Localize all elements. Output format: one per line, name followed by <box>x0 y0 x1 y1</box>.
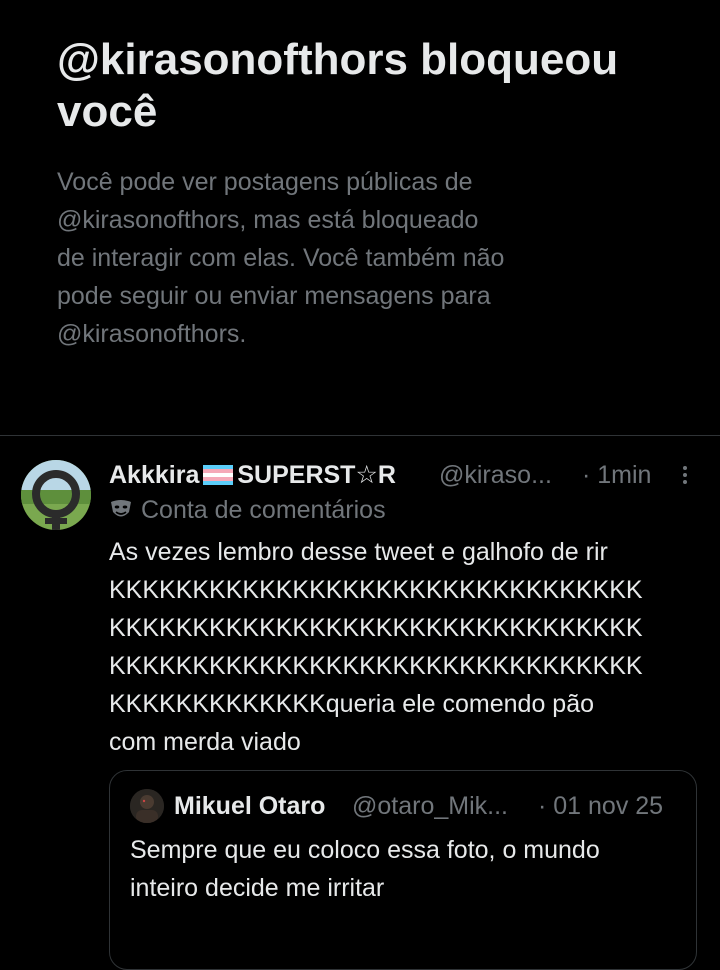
tweet-text-line: com merda viado <box>109 728 301 756</box>
display-name-text: Akkkira <box>109 461 200 489</box>
block-description-line: Você pode ver postagens públicas de <box>57 168 473 196</box>
block-description-line: @kirasonofthors. <box>57 320 247 348</box>
tweet-text-line: KKKKKKKKKKKKKKKKKKKKKKKKKKKKKKKK <box>109 652 643 680</box>
block-notice: @kirasonofthors bloqueou você Você pode … <box>0 0 720 435</box>
tweet[interactable]: Akkkira SUPERST☆R @kiraso... · 1min Conta… <box>0 436 720 970</box>
display-name[interactable]: Akkkira SUPERST☆R <box>109 456 396 494</box>
tweet-text-line: KKKKKKKKKKKKKKKKKKKKKKKKKKKKKKKK <box>109 576 643 604</box>
block-title: @kirasonofthors bloqueou você <box>57 35 619 136</box>
theater-mask-icon <box>111 500 131 517</box>
avatar[interactable] <box>21 460 91 530</box>
quoted-avatar[interactable] <box>130 789 164 823</box>
display-name-suffix: SUPERST☆R <box>237 461 396 489</box>
block-description-line: de interagir com elas. Você também não <box>57 244 505 272</box>
quoted-text-line: Sempre que eu coloco essa foto, o mundo <box>130 836 600 864</box>
tweet-text: As vezes lembro desse tweet e galhofo de… <box>109 533 709 761</box>
quoted-text-line: inteiro decide me irritar <box>130 874 385 902</box>
block-description-line: pode seguir ou enviar mensagens para <box>57 282 491 310</box>
quoted-header: Mikuel Otaro @otaro_Mik... · 01 nov 25 <box>174 787 684 825</box>
quoted-timestamp[interactable]: · 01 nov 25 <box>538 787 663 825</box>
handle[interactable]: @kiraso... <box>439 456 552 494</box>
sub-label-text: Conta de comentários <box>141 496 386 524</box>
timestamp[interactable]: · 1min <box>582 456 651 494</box>
tweet-text-line: KKKKKKKKKKKKKKKKKKKKKKKKKKKKKKKK <box>109 614 643 642</box>
quoted-text: Sempre que eu coloco essa foto, o mundo … <box>130 831 680 907</box>
trans-flag-icon <box>203 465 234 485</box>
tweet-header: Akkkira SUPERST☆R @kiraso... · 1min <box>109 456 709 494</box>
community-notes-label: Conta de comentários <box>109 492 386 528</box>
block-description: Você pode ver postagens públicas de @kir… <box>57 163 587 353</box>
tweet-text-line: KKKKKKKKKKKKKqueria ele comendo pão <box>109 690 595 718</box>
more-options-icon[interactable] <box>673 456 697 494</box>
quoted-tweet[interactable]: Mikuel Otaro @otaro_Mik... · 01 nov 25 S… <box>109 770 697 970</box>
tweet-text-line: As vezes lembro desse tweet e galhofo de… <box>109 538 608 566</box>
quoted-display-name[interactable]: Mikuel Otaro <box>174 787 325 825</box>
quoted-handle[interactable]: @otaro_Mik... <box>352 787 508 825</box>
block-description-line: @kirasonofthors, mas está bloqueado <box>57 206 479 234</box>
